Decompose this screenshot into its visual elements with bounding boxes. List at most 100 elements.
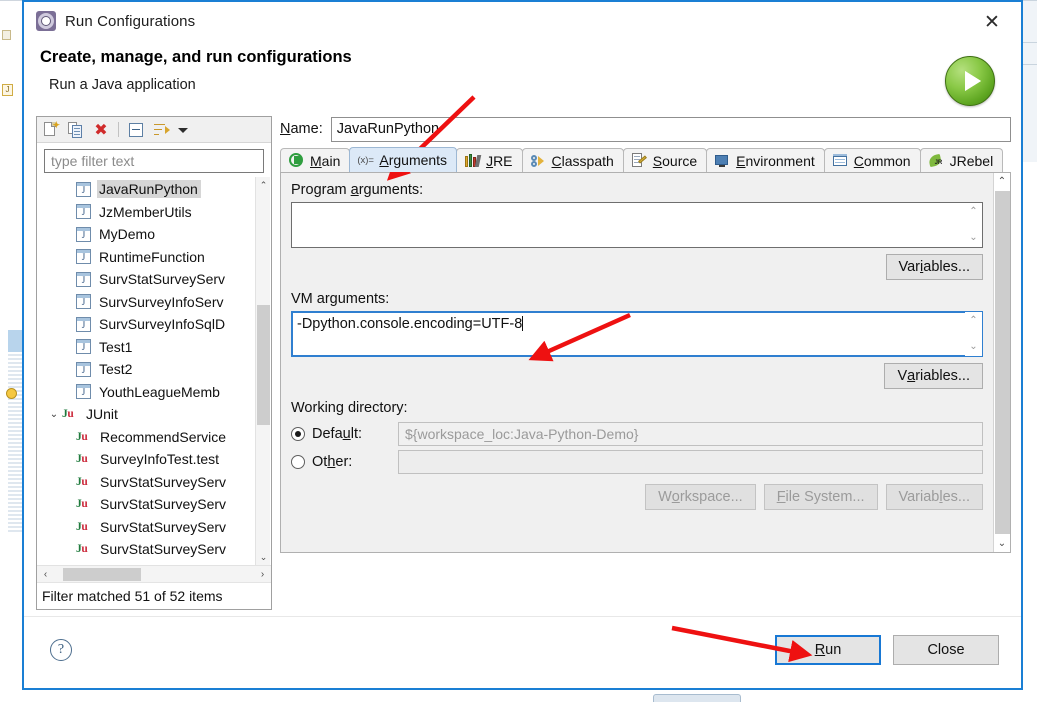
default-radio[interactable] [291, 427, 305, 441]
tree-item-survsurveyinfosqld[interactable]: J SurvSurveyInfoSqlD [38, 313, 270, 336]
tree-item-survstatsurveyserv[interactable]: JuSurvStatSurveyServ [38, 471, 270, 494]
scroll-down-icon[interactable]: ⌄ [256, 549, 270, 565]
filter-input[interactable]: type filter text [44, 149, 264, 173]
program-arguments-scrollbar[interactable]: ⌃ ⌄ [965, 203, 982, 247]
scroll-left-icon[interactable]: ‹ [37, 566, 54, 583]
scrollbar-thumb[interactable] [63, 568, 141, 581]
tree-item-junit[interactable]: ⌄JuJUnit [38, 403, 270, 426]
tree-item-label: SurvStatSurveyServ [97, 270, 228, 288]
tree-item-survstatsurveyserv[interactable]: JuSurvStatSurveyServ [38, 516, 270, 539]
tree-item-youthleaguememb[interactable]: JYouthLeagueMemb [38, 381, 270, 404]
wd-variables-button[interactable]: Variables... [886, 484, 983, 510]
tree-horizontal-scrollbar[interactable]: ‹ › [37, 565, 271, 582]
dialog-body: ✦ ✖ type filter text [24, 116, 1021, 616]
tree-item-label: SurvStatSurveyServ [98, 495, 229, 513]
tab-arguments[interactable]: (x)= Arguments [349, 147, 457, 172]
run-button[interactable]: Run [775, 635, 881, 665]
tree-item-label: SurvSurveyInfoServ [97, 293, 227, 311]
tree-item-label: JavaRunPython [97, 180, 201, 198]
workspace-button[interactable]: Workspace... [645, 484, 756, 510]
name-label: Name: [280, 121, 323, 137]
tree-vertical-scrollbar[interactable]: ⌃ ⌄ [255, 177, 270, 565]
name-value: JavaRunPython [337, 121, 439, 137]
java-application-icon: J [76, 182, 91, 197]
default-directory-input: ${workspace_loc:Java-Python-Demo} [398, 422, 983, 446]
vm-arguments-input[interactable]: -Dpython.console.encoding=UTF-8 [291, 311, 983, 357]
close-button[interactable]: Close [893, 635, 999, 665]
tree-item-surveyinfotest-test[interactable]: JuSurveyInfoTest.test [38, 448, 270, 471]
tree-item-mydemo[interactable]: JMyDemo [38, 223, 270, 246]
scroll-down-icon[interactable]: ⌄ [994, 535, 1010, 552]
other-directory-input[interactable] [398, 450, 983, 474]
tab-source[interactable]: Source [623, 148, 707, 172]
tree-item-test1[interactable]: JTest1 [38, 336, 270, 359]
tree-item-runtimefunction[interactable]: JRuntimeFunction [38, 246, 270, 269]
vm-variables-row: Variables... [291, 363, 983, 389]
tree-item-label: RecommendService [98, 428, 229, 446]
tree-item-test2[interactable]: JTest2 [38, 358, 270, 381]
scroll-up-icon[interactable]: ⌃ [969, 316, 977, 326]
configuration-editor: Name: JavaRunPython Main (x)= Arguments JRE… [280, 116, 1011, 610]
help-icon[interactable]: ? [50, 639, 72, 661]
arguments-tab-panel: Program arguments: ⌃ ⌄ Variables... [280, 173, 1011, 553]
arguments-tab-icon: (x)= [357, 153, 374, 168]
tab-main[interactable]: Main [280, 148, 350, 172]
tab-jre[interactable]: JRE [456, 148, 522, 172]
scroll-down-icon[interactable]: ⌄ [969, 342, 977, 352]
vm-arguments-group: VM arguments: -Dpython.console.encoding=… [291, 290, 983, 389]
tree-item-jzmemberutils[interactable]: JJzMemberUtils [38, 201, 270, 224]
chevron-down-icon[interactable] [177, 121, 189, 139]
delete-icon[interactable]: ✖ [92, 121, 110, 139]
classpath-tab-icon [530, 153, 547, 168]
background-right-strip [1023, 0, 1037, 702]
tab-classpath[interactable]: Classpath [522, 148, 624, 172]
scroll-up-icon[interactable]: ⌃ [256, 177, 270, 193]
tree-item-survstatsurveyserv[interactable]: JuSurvStatSurveyServ [38, 538, 270, 561]
tree-item-survstatsurveyserv[interactable]: JSurvStatSurveyServ [38, 268, 270, 291]
tab-common[interactable]: Common [824, 148, 921, 172]
java-application-icon: J [76, 317, 91, 332]
tree-item-survstatsurveyserv[interactable]: JuSurvStatSurveyServ [38, 493, 270, 516]
default-label: Default: [312, 426, 398, 442]
junit-icon: Ju [76, 521, 93, 533]
tree-item-recommendservice[interactable]: JuRecommendService [38, 426, 270, 449]
scrollbar-thumb[interactable] [995, 191, 1010, 534]
vm-arguments-scrollbar[interactable]: ⌃ ⌄ [965, 312, 982, 356]
name-input[interactable]: JavaRunPython [331, 117, 1011, 142]
arguments-pane-scrollbar[interactable]: ⌃ ⌄ [993, 173, 1010, 552]
scroll-down-icon[interactable]: ⌄ [969, 233, 977, 243]
duplicate-icon[interactable] [67, 121, 85, 139]
configurations-tree[interactable]: JJavaRunPythonJJzMemberUtilsJMyDemoJRunt… [38, 177, 270, 565]
program-variables-row: Variables... [291, 254, 983, 280]
vm-arguments-field-wrap: -Dpython.console.encoding=UTF-8 ⌃ ⌄ [291, 311, 983, 357]
new-launch-configuration-icon[interactable]: ✦ [42, 121, 60, 139]
working-directory-default-row[interactable]: Default: ${workspace_loc:Java-Python-Dem… [291, 420, 983, 448]
tree-item-survsurveyinfoserv[interactable]: JSurvSurveyInfoServ [38, 291, 270, 314]
other-radio[interactable] [291, 455, 305, 469]
program-variables-button[interactable]: Variables... [886, 254, 983, 280]
tab-environment[interactable]: Environment [706, 148, 825, 172]
tab-label: Source [653, 153, 697, 169]
file-system-button[interactable]: File System... [764, 484, 878, 510]
scroll-up-icon[interactable]: ⌃ [994, 173, 1010, 190]
tree-item-label: RuntimeFunction [97, 248, 208, 266]
vm-variables-button[interactable]: Variables... [884, 363, 983, 389]
java-application-icon: J [76, 227, 91, 242]
working-directory-buttons: Workspace... File System... Variables... [291, 484, 983, 510]
filter-icon[interactable] [152, 121, 170, 139]
scrollbar-thumb[interactable] [257, 305, 270, 425]
tab-label: Arguments [379, 152, 447, 168]
working-directory-other-row[interactable]: Other: [291, 448, 983, 476]
vm-arguments-value: -Dpython.console.encoding=UTF-8 [297, 316, 522, 332]
background-marker [2, 30, 11, 40]
tree-item-javarunpython[interactable]: J JavaRunPython [38, 178, 270, 201]
collapse-all-icon[interactable] [127, 121, 145, 139]
close-icon[interactable]: ✕ [979, 10, 1005, 34]
text-cursor [522, 316, 523, 331]
tree-item-label: SurvSurveyInfoSqlD [97, 315, 228, 333]
scroll-right-icon[interactable]: › [254, 566, 271, 583]
scroll-up-icon[interactable]: ⌃ [969, 207, 977, 217]
chevron-down-icon[interactable]: ⌄ [46, 409, 62, 420]
program-arguments-input[interactable] [291, 202, 983, 248]
tab-jrebel[interactable]: JRJRebel [920, 148, 1004, 172]
